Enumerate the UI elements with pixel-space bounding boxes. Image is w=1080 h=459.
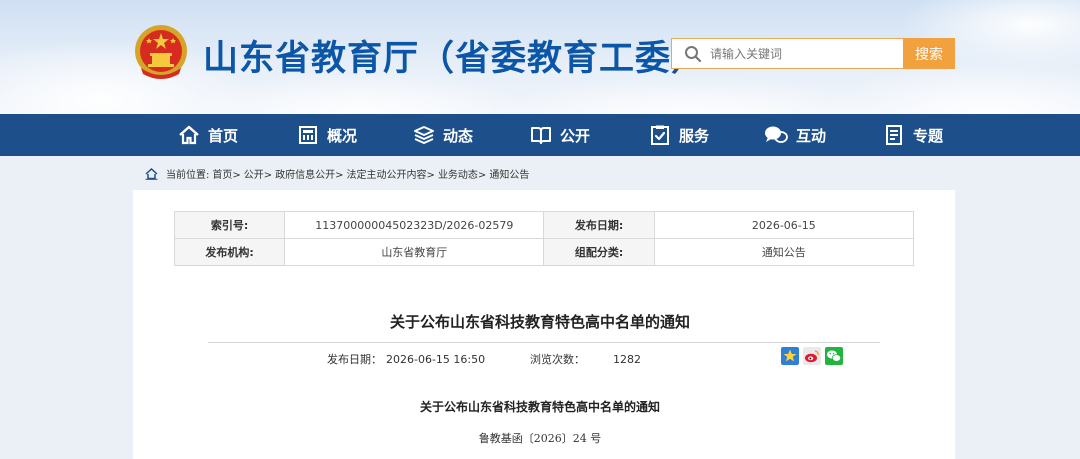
org-value: 山东省教育厅 <box>284 238 545 266</box>
nav-label: 互动 <box>796 126 827 145</box>
nav-label: 动态 <box>443 126 474 145</box>
document-icon <box>886 125 902 145</box>
index-label: 索引号: <box>173 211 286 239</box>
nav-item-service[interactable]: 服务 <box>649 114 709 156</box>
book-icon <box>531 127 551 144</box>
body-title: 关于公布山东省科技教育特色高中名单的通知 <box>419 400 660 414</box>
metadata-table: 索引号: 11370000004502323D/2026-02579 发布日期:… <box>173 211 915 266</box>
nav-label: 公开 <box>560 126 591 145</box>
search-input[interactable] <box>710 46 890 61</box>
chat-icon <box>765 126 788 143</box>
breadcrumb-link-public[interactable]: 公开> <box>244 166 272 181</box>
national-emblem-icon <box>135 25 187 79</box>
clipboard-check-icon <box>651 125 669 145</box>
share-favorite-icon[interactable] <box>781 347 799 365</box>
wechat-icon[interactable] <box>825 347 843 365</box>
date-label: 发布日期： <box>327 353 382 366</box>
publish-info: 发布日期： 2026-06-15 16:50 <box>327 351 485 367</box>
layers-icon <box>414 126 434 144</box>
category-value: 通知公告 <box>653 238 915 266</box>
views-label: 浏览次数： <box>530 353 585 366</box>
breadcrumb-link-home[interactable]: 首页> <box>212 166 240 181</box>
table-row: 发布机构: 山东省教育厅 组配分类: 通知公告 <box>173 238 915 266</box>
breadcrumb-link-gov-info[interactable]: 政府信息公开> <box>275 166 343 181</box>
building-icon <box>299 126 317 144</box>
publish-date-value: 2026-06-15 <box>653 211 915 239</box>
nav-label: 服务 <box>679 126 710 145</box>
nav-item-overview[interactable]: 概况 <box>297 114 357 156</box>
search-icon <box>685 45 702 62</box>
weibo-icon[interactable] <box>803 347 821 365</box>
article-title: 关于公布山东省科技教育特色高中名单的通知 <box>389 313 690 331</box>
breadcrumb-prefix: 当前位置: <box>166 169 210 181</box>
index-value: 11370000004502323D/2026-02579 <box>284 211 545 239</box>
main-nav: 首页 概况 动态 公开 服务 互动 专题 <box>0 114 1080 156</box>
nav-label: 概况 <box>327 126 358 145</box>
org-label: 发布机构: <box>173 238 286 266</box>
home-icon <box>145 167 158 180</box>
views-value: 1282 <box>613 352 641 366</box>
home-icon <box>179 125 199 145</box>
nav-item-topics[interactable]: 专题 <box>883 114 943 156</box>
publish-date-label: 发布日期: <box>543 211 655 239</box>
date-value: 2026-06-15 16:50 <box>386 352 486 366</box>
breadcrumb-link-business[interactable]: 业务动态> <box>438 166 486 181</box>
site-header: 山东省教育厅（省委教育工委） 搜索 <box>0 0 1080 114</box>
nav-label: 专题 <box>913 126 944 145</box>
breadcrumb-link-statutory[interactable]: 法定主动公开内容> <box>347 166 435 181</box>
views-info: 浏览次数： 1282 <box>530 351 641 367</box>
site-title: 山东省教育厅（省委教育工委） <box>203 39 708 79</box>
nav-item-news[interactable]: 动态 <box>413 114 473 156</box>
nav-item-home[interactable]: 首页 <box>178 114 238 156</box>
table-row: 索引号: 11370000004502323D/2026-02579 发布日期:… <box>173 211 915 239</box>
breadcrumb: 当前位置: 首页> 公开> 政府信息公开> 法定主动公开内容> 业务动态> 通知… <box>145 164 532 182</box>
title-divider <box>208 342 880 343</box>
nav-label: 首页 <box>208 126 239 145</box>
search-button[interactable]: 搜索 <box>903 38 955 69</box>
search-box <box>671 38 903 69</box>
nav-item-public[interactable]: 公开 <box>530 114 590 156</box>
breadcrumb-link-notices[interactable]: 通知公告 <box>489 166 529 181</box>
nav-item-interact[interactable]: 互动 <box>764 114 826 156</box>
document-number: 鲁教基函〔2026〕24 号 <box>478 432 602 445</box>
category-label: 组配分类: <box>543 238 655 266</box>
